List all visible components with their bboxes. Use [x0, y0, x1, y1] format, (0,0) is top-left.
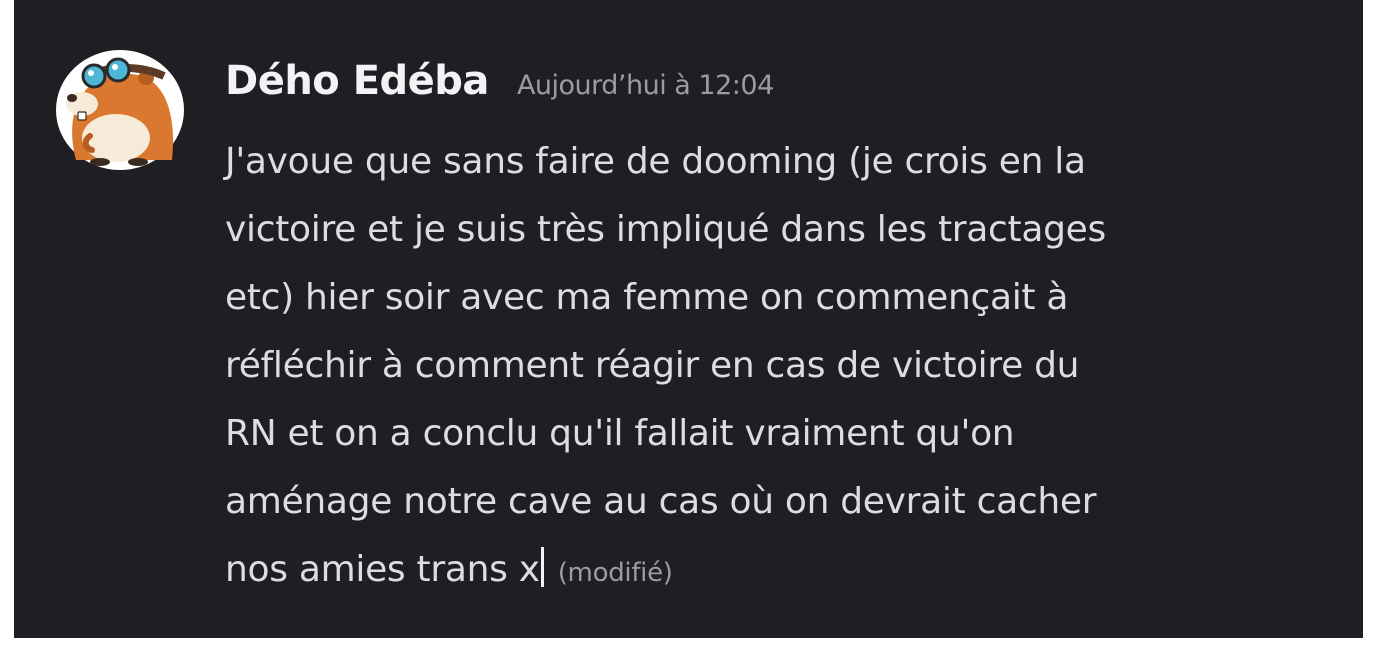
message-line: nos amies trans x: [225, 549, 540, 590]
avatar[interactable]: [54, 40, 186, 172]
author-name[interactable]: Dého Edéba: [225, 58, 489, 104]
message-line: J'avoue que sans faire de dooming (je cr…: [225, 141, 1086, 182]
edited-label: (modifié): [557, 558, 673, 588]
message-last-line: nos amies trans x (modifié): [225, 536, 1345, 607]
message-line: RN et on a conclu qu'il fallait vraiment…: [225, 413, 1015, 454]
text-cursor: [540, 547, 544, 587]
message-line: réfléchir à comment réagir en cas de vic…: [225, 345, 1080, 386]
message-line: aménage notre cave au cas où on devrait …: [225, 481, 1097, 522]
message-line: victoire et je suis très impliqué dans l…: [225, 209, 1106, 250]
message-header: Dého Edéba Aujourd’hui à 12:04: [225, 58, 774, 104]
message-line: etc) hier soir avec ma femme on commença…: [225, 277, 1069, 318]
groundhog-with-goggles-icon: [56, 50, 184, 170]
message-timestamp[interactable]: Aujourd’hui à 12:04: [517, 70, 774, 101]
message-body: J'avoue que sans faire de dooming (je cr…: [225, 128, 1345, 607]
message-panel: Dého Edéba Aujourd’hui à 12:04 J'avoue q…: [14, 0, 1363, 638]
